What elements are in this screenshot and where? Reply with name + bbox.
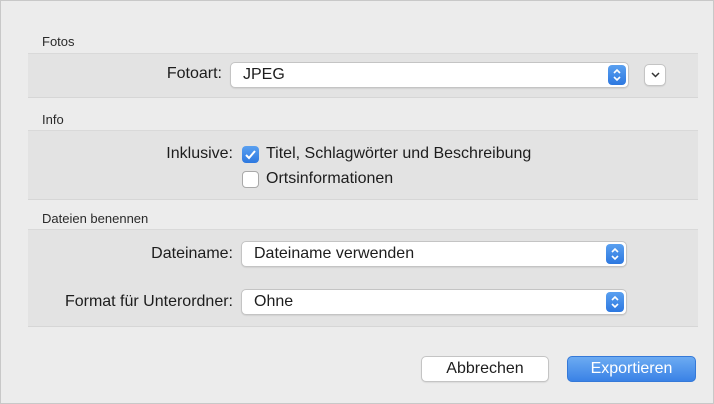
popup-arrows-icon (606, 244, 624, 264)
popup-arrows-icon (608, 65, 626, 85)
fotoart-popup[interactable]: JPEG (230, 62, 629, 88)
unterordner-label: Format für Unterordner: (64, 293, 233, 310)
section-title-dateien: Dateien benennen (42, 211, 149, 226)
dateiname-label: Dateiname: (151, 245, 233, 262)
unterordner-popup[interactable]: Ohne (241, 289, 627, 315)
export-button[interactable]: Exportieren (567, 356, 696, 382)
export-dialog: Fotos Fotoart: JPEG Info Inklusive: Tite… (0, 0, 714, 404)
fotoart-label: Fotoart: (166, 65, 222, 82)
popup-arrows-icon (606, 292, 624, 312)
unterordner-value: Ohne (254, 293, 294, 310)
chevron-down-icon (651, 72, 660, 78)
inklusive-label: Inklusive: (166, 145, 233, 162)
info-group: Inklusive: Titel, Schlagwörter und Besch… (28, 130, 698, 200)
titel-checkbox[interactable] (242, 146, 259, 163)
fotoart-value: JPEG (243, 66, 285, 83)
dateien-group: Dateiname: Dateiname verwenden Format fü… (28, 229, 698, 327)
cancel-button[interactable]: Abbrechen (421, 356, 549, 382)
titel-checkbox-label[interactable]: Titel, Schlagwörter und Beschreibung (266, 145, 531, 163)
dateiname-popup[interactable]: Dateiname verwenden (241, 241, 627, 267)
dateiname-value: Dateiname verwenden (254, 245, 415, 262)
section-title-fotos: Fotos (42, 34, 75, 49)
section-title-info: Info (42, 112, 64, 127)
checkmark-icon (245, 150, 256, 160)
ortsinformationen-checkbox[interactable] (242, 171, 259, 188)
fotos-group: Fotoart: JPEG (28, 53, 698, 98)
ortsinformationen-checkbox-label[interactable]: Ortsinformationen (266, 170, 393, 188)
disclosure-button[interactable] (644, 64, 666, 86)
